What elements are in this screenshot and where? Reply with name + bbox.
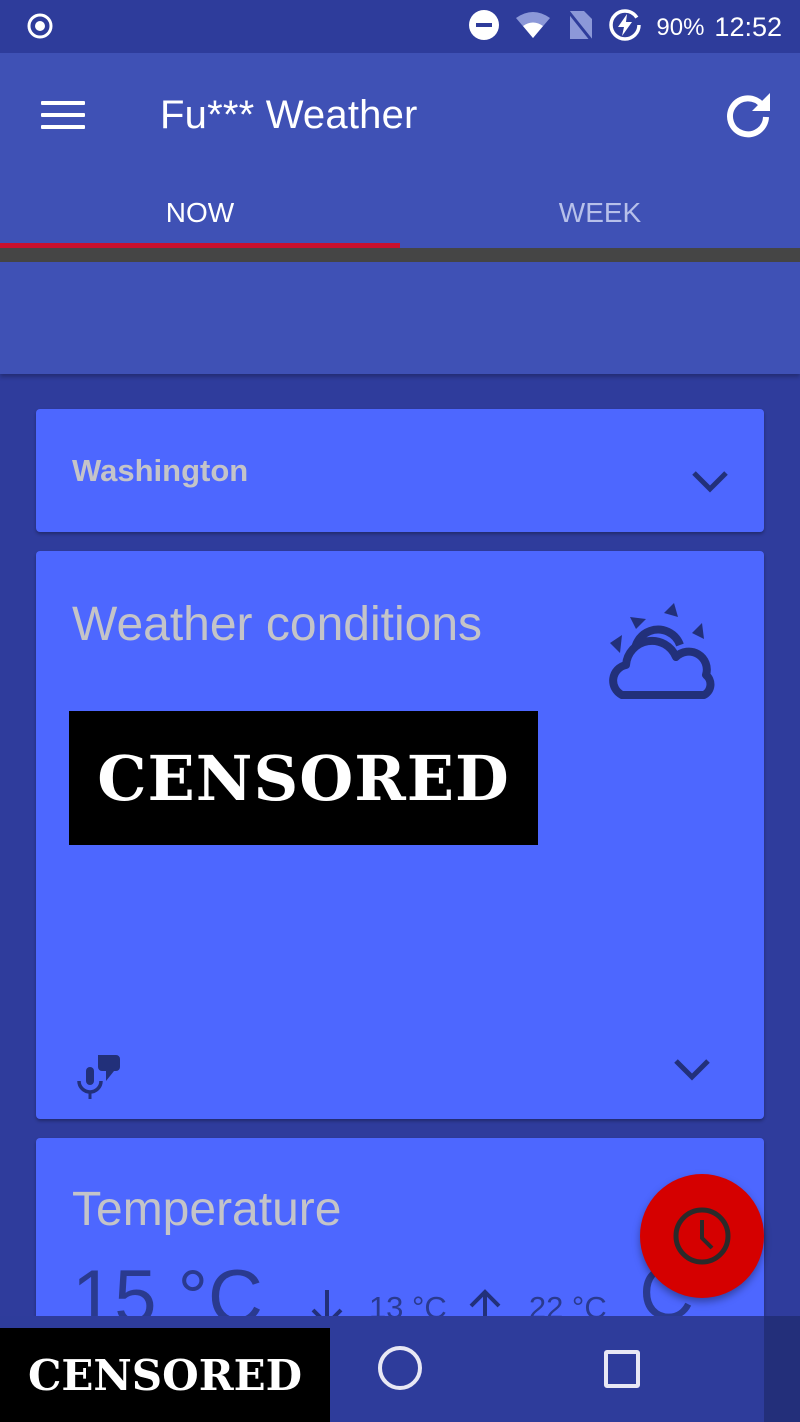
partly-cloudy-icon [609,603,715,699]
screen: 90% 12:52 Fu*** Weather NOW WEEK Washing… [0,0,800,1422]
location-name: Washington [72,453,249,488]
chevron-down-icon[interactable] [690,467,730,495]
clock-icon [673,1207,731,1265]
battery-level: 90% [656,13,705,41]
tab-bar: NOW WEEK [0,183,800,248]
no-sim-icon [566,9,594,46]
status-bar: 90% 12:52 [0,0,800,53]
home-icon[interactable] [378,1346,422,1390]
app-bar: Fu*** Weather NOW WEEK [0,53,800,250]
tab-divider [0,248,800,262]
tab-now[interactable]: NOW [0,183,400,248]
navigation-bar: CENSORED [0,1316,800,1422]
navbar-edge [764,1316,800,1422]
hamburger-menu-icon[interactable] [38,97,86,137]
do-not-disturb-icon [468,9,500,46]
recents-icon[interactable] [604,1350,640,1388]
wifi-icon [514,10,552,45]
history-fab[interactable] [640,1174,764,1298]
conditions-title: Weather conditions [72,598,483,651]
tab-week[interactable]: WEEK [400,183,800,248]
app-title: Fu*** Weather [160,93,418,137]
temperature-title: Temperature [72,1183,342,1236]
voice-chat-icon[interactable] [76,1051,124,1099]
refresh-icon[interactable] [722,89,774,141]
chevron-down-icon[interactable] [672,1055,712,1083]
record-icon [26,12,54,45]
clock-time: 12:52 [714,12,782,42]
weather-conditions-card: Weather conditions CENSORED [36,551,764,1119]
header-banner [0,262,800,374]
location-selector[interactable]: Washington [36,409,764,532]
redacted-content: CENSORED [69,711,538,845]
redacted-back-button: CENSORED [0,1328,330,1422]
battery-charging-icon [608,8,642,47]
